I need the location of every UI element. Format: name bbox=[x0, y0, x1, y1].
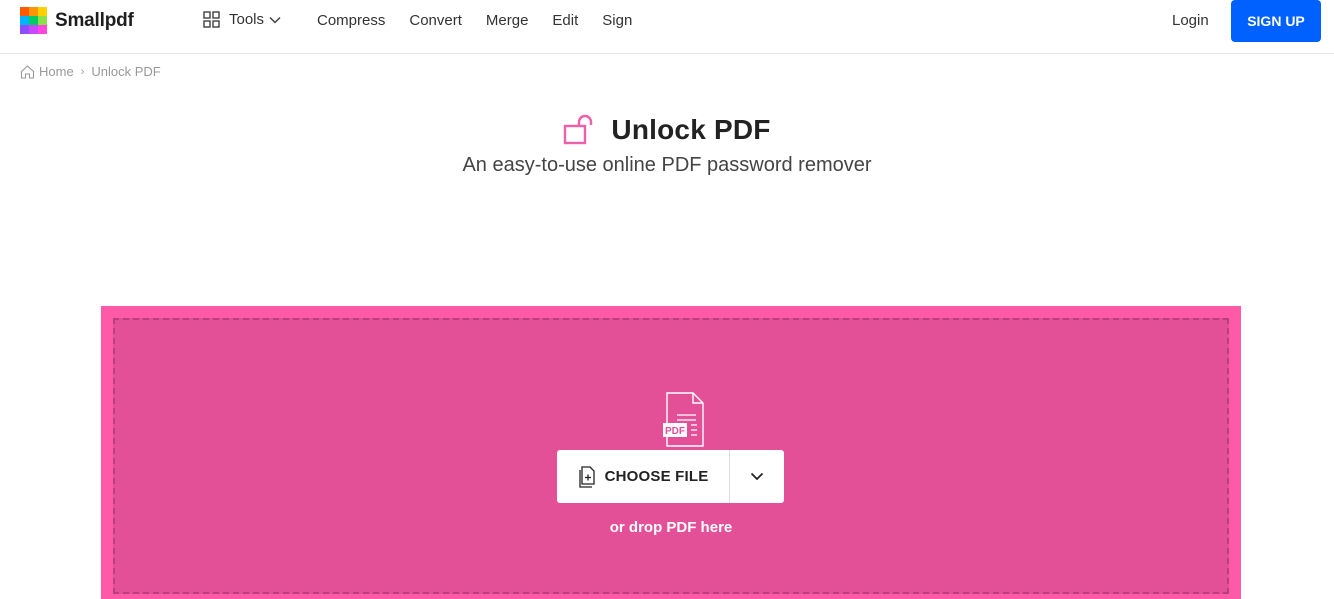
nav-sign[interactable]: Sign bbox=[602, 12, 632, 29]
breadcrumb-separator: › bbox=[80, 65, 85, 78]
main-nav: Compress Convert Merge Edit Sign bbox=[317, 12, 656, 29]
pdf-badge-text: PDF bbox=[665, 426, 685, 437]
unlock-icon bbox=[564, 114, 593, 145]
logo-tile bbox=[38, 7, 47, 16]
sign-up-button[interactable]: SIGN UP bbox=[1231, 0, 1321, 42]
chevron-down-icon bbox=[269, 16, 281, 23]
page-subtitle: An easy-to-use online PDF password remov… bbox=[462, 154, 872, 176]
login-link[interactable]: Login bbox=[1172, 12, 1209, 29]
drop-hint: or drop PDF here bbox=[609, 519, 733, 536]
page-title: Unlock PDF bbox=[611, 114, 771, 145]
logo-tile bbox=[20, 16, 29, 25]
logo-tile bbox=[38, 16, 47, 25]
logo-mark-icon bbox=[20, 7, 47, 34]
pdf-file-icon: PDF bbox=[663, 392, 704, 447]
chevron-down-icon bbox=[750, 472, 764, 481]
tools-label: Tools bbox=[229, 11, 265, 28]
nav-compress[interactable]: Compress bbox=[317, 12, 385, 29]
tools-menu-button[interactable]: Tools bbox=[203, 11, 281, 28]
page-heading: Unlock PDF bbox=[0, 114, 1334, 146]
add-file-icon bbox=[578, 465, 595, 488]
choose-file-control: CHOOSE FILE bbox=[557, 450, 784, 503]
choose-file-button[interactable]: CHOOSE FILE bbox=[557, 450, 729, 503]
home-icon bbox=[20, 64, 35, 79]
file-dropzone[interactable]: PDF CHOOSE FILE or drop PDF here bbox=[101, 306, 1241, 599]
breadcrumb-home-label: Home bbox=[39, 64, 74, 79]
nav-edit[interactable]: Edit bbox=[552, 12, 578, 29]
breadcrumb-current: Unlock PDF bbox=[91, 64, 161, 79]
dropzone-dashed-area[interactable]: PDF CHOOSE FILE or drop PDF here bbox=[113, 318, 1229, 594]
grid-icon bbox=[203, 11, 220, 28]
logo-tile bbox=[38, 25, 47, 34]
top-navigation: Smallpdf Tools Compress Convert Merge Ed… bbox=[0, 0, 1334, 54]
logo-text: Smallpdf bbox=[55, 9, 134, 31]
logo-tile bbox=[29, 25, 38, 34]
logo-tile bbox=[29, 16, 38, 25]
smallpdf-logo[interactable]: Smallpdf bbox=[20, 7, 134, 34]
logo-tile bbox=[20, 25, 29, 34]
logo-tile bbox=[29, 7, 38, 16]
breadcrumb-home[interactable]: Home bbox=[20, 64, 74, 79]
nav-merge[interactable]: Merge bbox=[486, 12, 529, 29]
nav-convert[interactable]: Convert bbox=[409, 12, 462, 29]
choose-file-options-button[interactable] bbox=[730, 450, 784, 503]
choose-file-label: CHOOSE FILE bbox=[604, 468, 709, 485]
breadcrumb: Home › Unlock PDF bbox=[20, 64, 161, 79]
logo-tile bbox=[20, 7, 29, 16]
